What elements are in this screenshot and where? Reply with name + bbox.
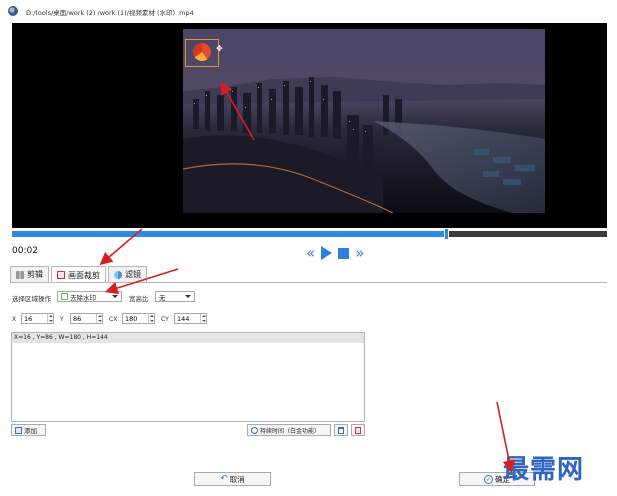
arrow-down-icon[interactable]: [201, 320, 206, 322]
tab-filter-label: 滤镜: [125, 270, 141, 279]
y-label: Y: [60, 316, 64, 323]
seek-bar-fill: [12, 231, 446, 237]
tab-cut-label: 剪辑: [27, 270, 43, 279]
tab-crop[interactable]: 画面裁剪: [51, 266, 106, 283]
width-input[interactable]: [123, 314, 149, 323]
height-input[interactable]: [175, 314, 201, 323]
tab-divider: [10, 282, 607, 283]
y-input[interactable]: [71, 314, 97, 323]
width-label: CX: [109, 316, 118, 323]
stop-icon[interactable]: [338, 247, 350, 259]
seek-bar-handle[interactable]: [444, 228, 449, 240]
cancel-button[interactable]: ↶ 取消: [194, 472, 271, 486]
width-stepper-arrows[interactable]: [148, 314, 154, 323]
select-operation-label: 选择区域操作: [12, 295, 51, 303]
arrow-down-icon[interactable]: [149, 320, 154, 322]
aspect-ratio-value: 无: [159, 293, 166, 302]
window-title: D:/tools/桌面/work (2) /work (1)/视频素材 (水印)…: [26, 9, 194, 17]
arrow-down-icon[interactable]: [48, 320, 53, 322]
width-stepper[interactable]: [122, 313, 155, 324]
add-button-label: 添加: [24, 427, 37, 435]
player-controls: « »: [306, 244, 386, 262]
add-button[interactable]: 添加: [11, 424, 46, 436]
tab-crop-label: 画面裁剪: [68, 270, 100, 280]
remove-watermark-icon: [61, 293, 68, 300]
aspect-ratio-label: 宽高比: [129, 295, 149, 303]
tab-cut[interactable]: 剪辑: [10, 266, 49, 282]
tab-filter[interactable]: 滤镜: [108, 266, 147, 282]
crop-selection-box[interactable]: [185, 39, 219, 67]
delete-button[interactable]: [334, 424, 348, 436]
rewind-icon[interactable]: «: [306, 244, 315, 262]
arrow-up-icon[interactable]: [97, 315, 102, 317]
x-input[interactable]: [22, 314, 48, 323]
arrow-up-icon[interactable]: [149, 315, 154, 317]
cancel-button-label: 取消: [229, 474, 245, 484]
site-watermark: 最需网: [503, 455, 585, 485]
list-item[interactable]: X=16 , Y=86 , W=180 , H=144: [12, 333, 364, 343]
operation-select-value: 去除水印: [70, 293, 96, 302]
fast-forward-icon[interactable]: »: [355, 244, 364, 262]
height-stepper[interactable]: [174, 313, 207, 324]
cut-icon: [16, 270, 24, 279]
y-stepper-arrows[interactable]: [96, 314, 102, 323]
trash-icon: [338, 426, 344, 434]
arrow-down-icon[interactable]: [97, 320, 102, 322]
add-icon: [15, 426, 22, 434]
x-stepper-arrows[interactable]: [47, 314, 53, 323]
operation-select[interactable]: 去除水印: [57, 291, 122, 302]
undo-icon: ↶: [220, 473, 228, 484]
x-label: X: [12, 316, 17, 323]
app-icon: [8, 6, 18, 16]
arrow-up-icon[interactable]: [201, 315, 206, 317]
x-stepper[interactable]: [21, 313, 54, 324]
clock-icon: [251, 426, 258, 434]
aspect-ratio-select[interactable]: 无: [155, 291, 195, 302]
region-list[interactable]: [11, 332, 365, 422]
clear-icon: [355, 426, 361, 434]
check-circle-icon: ✓: [484, 474, 493, 484]
current-time: 00:02: [12, 246, 38, 256]
filter-icon: [114, 270, 122, 279]
chevron-down-icon: [185, 295, 191, 298]
y-stepper[interactable]: [70, 313, 103, 324]
clear-button[interactable]: [351, 424, 365, 436]
duration-button[interactable]: 持续时间（白金功能）: [247, 424, 331, 436]
video-frame: [183, 29, 545, 213]
crop-icon: [57, 271, 65, 279]
city-night-scene: [183, 29, 545, 213]
move-cursor-icon: ✥: [216, 44, 223, 53]
arrow-up-icon[interactable]: [48, 315, 53, 317]
tab-bar: 剪辑 画面裁剪 滤镜: [10, 266, 147, 283]
height-stepper-arrows[interactable]: [200, 314, 206, 323]
duration-button-label: 持续时间（白金功能）: [260, 427, 321, 435]
chevron-down-icon: [112, 295, 118, 298]
play-icon[interactable]: [321, 246, 333, 260]
height-label: CY: [161, 316, 169, 323]
